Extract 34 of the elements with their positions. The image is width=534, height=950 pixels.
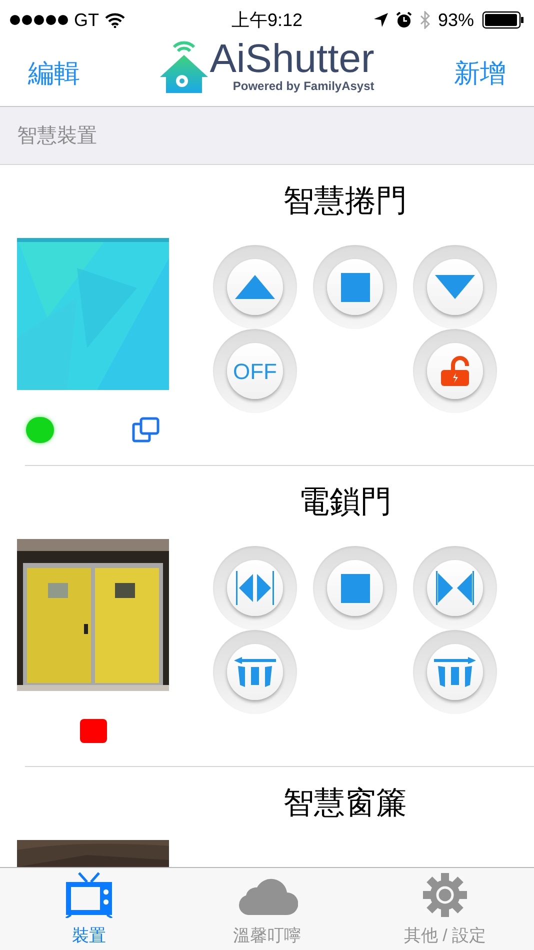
down-triangle-icon — [435, 275, 475, 299]
left-arrow-panels-icon — [234, 657, 276, 687]
tab[interactable]: 裝置 — [0, 868, 178, 950]
tab[interactable]: 其他 / 設定 — [356, 868, 534, 950]
device-name: 智慧窗簾 — [283, 784, 407, 822]
tv-icon — [65, 872, 113, 918]
unlocked-padlock-icon — [440, 356, 470, 386]
stop-icon — [340, 574, 370, 602]
device-name: 電鎖門 — [298, 483, 392, 522]
add-button[interactable]: 新增 — [454, 54, 506, 92]
section-title: 智慧裝置 — [17, 124, 97, 148]
close-doors-icon — [436, 571, 474, 605]
open-doors-icon — [236, 571, 274, 605]
carrier-text: GT — [74, 8, 99, 32]
logo-subtitle: Powered by FamilyAsyst — [232, 79, 374, 93]
device-name: 智慧捲門 — [283, 182, 407, 220]
alarm-clock-icon — [396, 12, 412, 28]
logo-house-icon — [160, 41, 208, 93]
edit-button[interactable]: 編輯 — [28, 54, 80, 92]
off-button[interactable]: OFF — [213, 329, 297, 413]
up-triangle-icon — [235, 275, 275, 299]
stop-icon — [340, 272, 370, 302]
right-arrow-panels-icon — [434, 657, 476, 687]
tab[interactable]: 溫馨叮嚀 — [178, 868, 356, 950]
battery-icon — [482, 11, 524, 29]
battery-percent: 93% — [438, 8, 474, 32]
gear-icon — [423, 872, 467, 916]
copy-icon[interactable] — [132, 417, 160, 443]
signal-icon — [10, 15, 68, 25]
location-arrow-icon — [374, 13, 388, 27]
bluetooth-icon — [420, 11, 430, 29]
status-time: 上午9:12 — [230, 8, 304, 32]
wifi-icon — [105, 12, 125, 28]
logo-title: AiShutter — [210, 39, 374, 79]
